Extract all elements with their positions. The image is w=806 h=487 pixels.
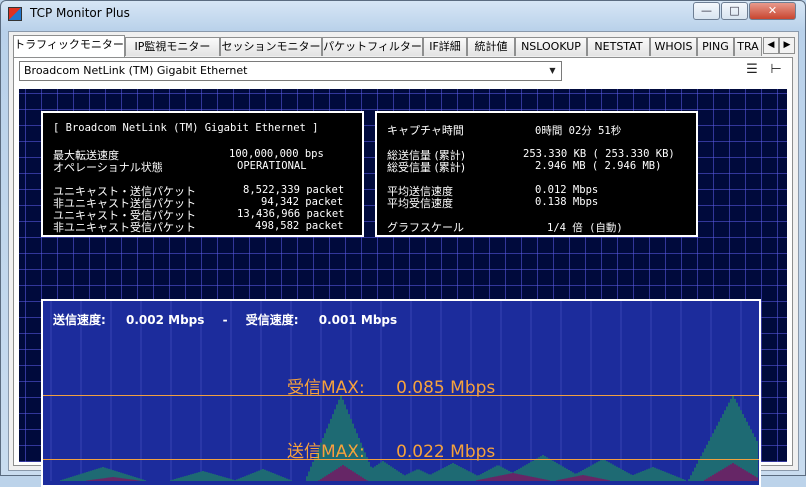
recv-max-label: 受信MAX: 0.085 Mbps [287,373,495,398]
tab-ip-monitor[interactable]: IP監視モニター [125,37,220,56]
avg-recv-label: 平均受信速度 [387,197,453,210]
tab-ping[interactable]: PING [697,37,734,56]
graph-area: [ Broadcom NetLink (TM) Gigabit Ethernet… [19,89,787,487]
send-speed-label: 送信速度: [53,313,106,327]
tab-if-detail[interactable]: IF詳細 [423,37,467,56]
ucast-recv-value: 13,436,966 packet [237,208,345,220]
interface-info-box: [ Broadcom NetLink (TM) Gigabit Ethernet… [41,111,364,237]
tab-statistics[interactable]: 統計値 [467,37,515,56]
send-max-text: 送信MAX: [287,442,365,462]
tab-nslookup[interactable]: NSLOOKUP [515,37,587,56]
interface-name: [ Broadcom NetLink (TM) Gigabit Ethernet… [53,122,319,134]
oper-status-label: オペレーショナル状態 [53,161,163,174]
max-speed-value: 100,000,000 bps [229,148,324,160]
send-max-value: 0.022 Mbps [396,442,496,462]
maximize-button[interactable]: □ [721,2,748,20]
send-max-label: 送信MAX: 0.022 Mbps [287,437,495,462]
app-icon [8,7,22,21]
capture-time-value: 0時間 02分 51秒 [535,125,622,137]
recv-max-text: 受信MAX: [287,378,365,398]
traffic-graph-box: 送信速度: 0.002 Mbps - 受信速度: 0.001 Mbps 受信MA… [41,299,761,487]
recv-speed-value: 0.001 Mbps [318,313,398,327]
speed-separator: - [222,313,228,327]
recv-max-value: 0.085 Mbps [396,378,496,398]
capture-time-label: キャプチャ時間 [387,124,464,137]
recv-speed-label: 受信速度: [245,313,299,327]
nucast-send-value: 94,342 packet [261,196,344,208]
graph-scale-value: 1/4 倍 (自動) [547,222,623,234]
title-bar[interactable]: TCP Monitor Plus — □ ✕ [1,1,805,29]
tab-scroll-right-icon[interactable]: ▶ [779,37,795,54]
tab-netstat[interactable]: NETSTAT [587,37,650,56]
current-speed-line: 送信速度: 0.002 Mbps - 受信速度: 0.001 Mbps [53,311,397,328]
send-speed-value: 0.002 Mbps [126,313,205,327]
total-sent-value: 253.330 KB ( 253.330 KB) [523,148,675,160]
close-button[interactable]: ✕ [749,2,796,20]
adapter-select-value: Broadcom NetLink (TM) Gigabit Ethernet [24,64,248,77]
tab-traffic-monitor[interactable]: トラフィックモニター [13,35,125,57]
tab-scroll-left-icon[interactable]: ◀ [763,37,779,54]
chevron-down-icon[interactable]: ▼ [544,62,561,80]
avg-send-value: 0.012 Mbps [535,184,599,196]
client-area: トラフィックモニター IP監視モニター セッションモニター パケットフィルター … [8,31,799,487]
traffic-monitor-panel: Broadcom NetLink (TM) Gigabit Ethernet ▼… [13,57,793,487]
adapter-select[interactable]: Broadcom NetLink (TM) Gigabit Ethernet ▼ [19,61,562,81]
app-window: TCP Monitor Plus — □ ✕ トラフィックモニター IP監視モニ… [0,0,806,487]
ucast-send-value: 8,522,339 packet [243,184,345,196]
tab-strip: トラフィックモニター IP監視モニター セッションモニター パケットフィルター … [13,35,795,57]
pin-icon[interactable]: ⊢ [768,63,784,77]
list-icon[interactable]: ☰ [744,63,760,77]
avg-recv-value: 0.138 Mbps [535,196,599,208]
capture-info-box: キャプチャ時間 0時間 02分 51秒 総送信量 (累計) 253.330 KB… [375,111,698,237]
total-recv-value: 2.946 MB ( 2.946 MB) [535,160,662,172]
nucast-recv-label: 非ユニキャスト受信パケット [53,221,196,234]
window-title: TCP Monitor Plus [30,6,130,20]
minimize-button[interactable]: — [693,2,720,20]
oper-status-value: OPERATIONAL [237,160,307,172]
nucast-recv-value: 498,582 packet [255,220,344,232]
tab-traceroute[interactable]: TRA [734,37,762,56]
tab-packet-filter[interactable]: パケットフィルター [322,37,423,56]
total-recv-label: 総受信量 (累計) [387,161,466,174]
tab-session-monitor[interactable]: セッションモニター [220,37,322,56]
tab-whois[interactable]: WHOIS [650,37,697,56]
graph-scale-label: グラフスケール [387,221,464,234]
